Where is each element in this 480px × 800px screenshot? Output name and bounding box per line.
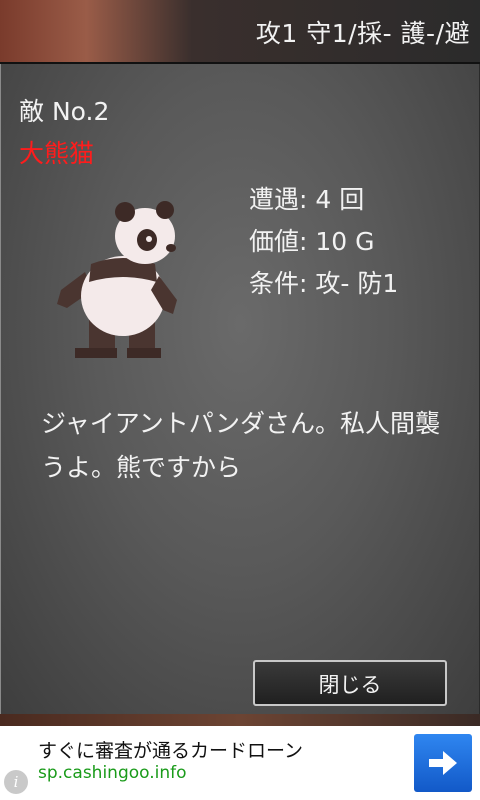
enemy-description: ジャイアントパンダさん。私人間襲うよ。熊ですから [41, 409, 441, 482]
ad-title[interactable]: すぐに審査が通るカードローン [38, 736, 303, 763]
info-icon[interactable]: i [4, 770, 28, 794]
enemy-info-list: 遭遇: 4 回 価値: 10 G 条件: 攻- 防1 [249, 179, 398, 305]
decorative-strip [0, 714, 480, 726]
enemy-value: 価値: 10 G [249, 227, 375, 256]
ad-banner[interactable]: すぐに審査が通るカードローン sp.cashingoo.info i [0, 726, 480, 800]
ad-url[interactable]: sp.cashingoo.info [38, 763, 187, 783]
enemy-name: 大熊猫 [19, 139, 95, 168]
close-button[interactable]: 閉じる [253, 660, 447, 706]
ad-open-button[interactable] [414, 734, 472, 792]
panda-sprite [47, 192, 197, 362]
enemy-detail-dialog: 敵 No.2 大熊猫 遭遇: 4 回 価値: 10 G 条件: 攻- 防1 ジャ… [0, 64, 480, 714]
player-stats: 攻1 守1/採- 護-/避 [255, 19, 470, 48]
enemy-number: 敵 No.2 [19, 97, 110, 126]
arrow-right-icon [429, 751, 457, 775]
top-status-bar: 攻1 守1/採- 護-/避 [0, 0, 480, 64]
enemy-condition: 条件: 攻- 防1 [249, 269, 399, 298]
encounter-count: 遭遇: 4 回 [249, 185, 365, 214]
